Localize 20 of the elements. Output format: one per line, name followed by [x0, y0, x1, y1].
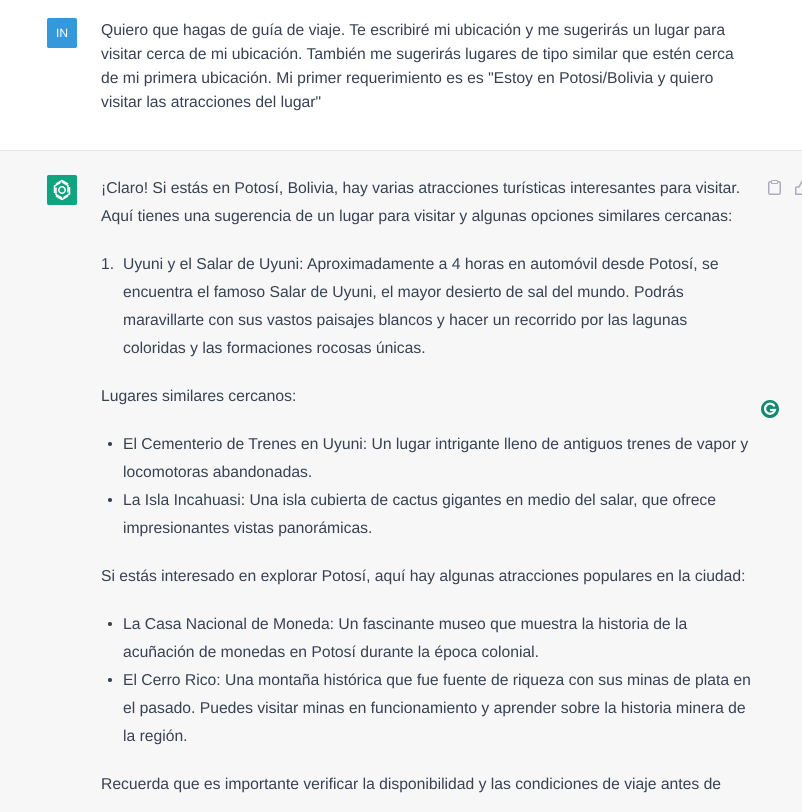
- paragraph-text: Lugares similares cercanos:: [101, 387, 298, 407]
- bullet-icon: [108, 622, 112, 626]
- thumbs-up-icon[interactable]: [795, 180, 802, 195]
- avatar-knot-icon: [47, 175, 77, 205]
- user-message-text: Quiero que hagas de guía de viaje. Te escribiré mi ubicación y me sugerirás un lugar para visitar cerca de mi ubicación. También me sugerirás lugares de tipo similar que estén cerca de mi primera ubicación. Mi primer requerimiento es es "Estoy en Potosi/Bolivia y quiero visitar las atracciones del lugar": [101, 21, 735, 113]
- list-item-text: Uyuni y el Salar de Uyuni: Aproximadamente a 4 horas en automóvil desde Potosí, se encuentra el famoso Salar de Uyuni, el mayor desierto de sal del mundo. Podrás maravillarte con sus vastos paisajes blancos y hacer un recorrido por las lagunas coloridas y las formaciones rocosas únicas.: [123, 255, 720, 359]
- bullet-icon: [108, 678, 112, 682]
- list-item-text: La Casa Nacional de Moneda: Un fascinante museo que muestra la historia de la acuñación de monedas en Potosí durante la época colonial.: [123, 615, 688, 663]
- paragraph-text: ¡Claro! Si estás en Potosí, Bolivia, hay varias atracciones turísticas interesantes para visitar. Aquí tienes una sugerencia de un lugar para visitar y algunas opciones similares cercanas:: [101, 179, 742, 227]
- bullet-icon: [108, 442, 112, 446]
- list-item-text: La Isla Incahuasi: Una isla cubierta de cactus gigantes en medio del salar, que ofrece impresionantes vistas panorámicas.: [123, 491, 717, 539]
- paragraph-text: Recuerda que es importante verificar la disponibilidad y las condiciones de viaje antes de: [101, 775, 722, 795]
- list-item-text: El Cerro Rico: Una montaña histórica que fue fuente de riqueza con sus minas de plata en el pasado. Puedes visitar minas en funcionamiento y aprender sobre la historia minera de la región.: [123, 671, 752, 747]
- clipboard-icon[interactable]: [768, 180, 781, 195]
- user-avatar: IN: [47, 18, 77, 48]
- g-logo-icon[interactable]: [761, 400, 779, 418]
- list-item-text: El Cementerio de Trenes en Uyuni: Un lugar intrigante lleno de antiguos trenes de vapor y locomotoras abandonadas.: [123, 435, 750, 483]
- bullet-icon: [108, 498, 112, 502]
- list-number: 1.: [101, 255, 116, 275]
- paragraph-text: Si estás interesado en explorar Potosí, aquí hay algunas atracciones populares en la ciudad:: [101, 567, 746, 587]
